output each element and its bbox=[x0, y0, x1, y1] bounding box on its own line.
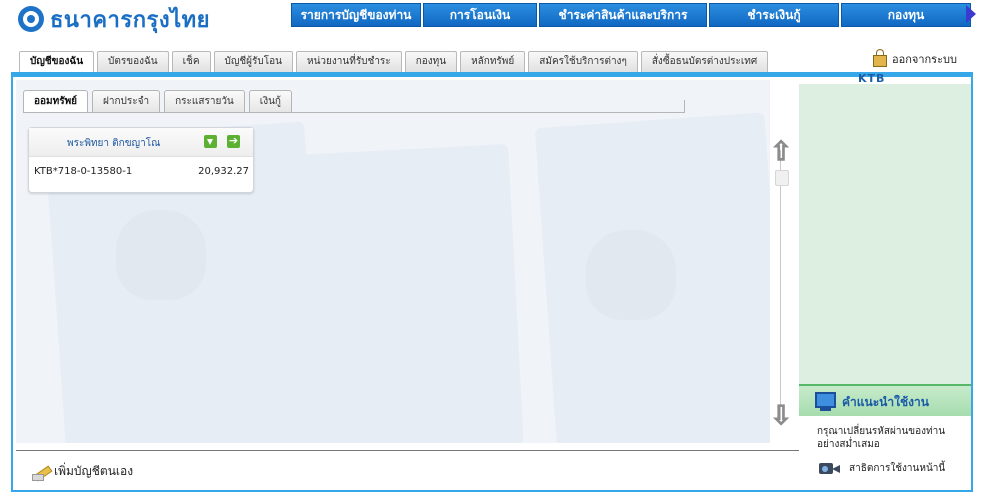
account-number[interactable]: KTB*718-0-13580-1 bbox=[34, 166, 132, 177]
help-text: กรุณาเปลี่ยนรหัสผ่านของท่านอย่างสม่ำเสมอ bbox=[817, 426, 946, 450]
scroll-up-arrow-icon[interactable]: ⇧ bbox=[767, 138, 795, 167]
subtab-savings[interactable]: ออมทรัพย์ bbox=[23, 90, 89, 112]
topnav-bill-payment[interactable]: ชำระค่าสินค้าและบริการ bbox=[539, 3, 707, 27]
tab-my-accounts[interactable]: บัญชีของฉัน bbox=[19, 51, 95, 73]
topnav-accounts[interactable]: รายการบัญชีของท่าน bbox=[291, 3, 421, 27]
add-own-account-label: เพิ่มบัญชีตนเอง bbox=[54, 464, 134, 478]
go-arrow-icon[interactable]: ➔ bbox=[227, 135, 240, 148]
subtab-divider-end bbox=[684, 100, 685, 112]
account-card[interactable]: พระพิทยา ติกขญาโณ ➔ KTB*718-0-13580-1 20… bbox=[28, 127, 254, 193]
tab-funds[interactable]: กองทุน bbox=[404, 51, 458, 72]
top-navigation: รายการบัญชีของท่าน การโอนเงิน ชำระค่าสิน… bbox=[291, 3, 971, 27]
background-card-image bbox=[268, 143, 524, 443]
account-type-tabs: ออมทรัพย์ ฝากประจำ กระแสรายวัน เงินกู้ bbox=[23, 90, 292, 112]
bank-name: ธนาคารกรุงไทย bbox=[50, 7, 211, 33]
background-eagle-image bbox=[586, 230, 676, 320]
account-card-header: พระพิทยา ติกขญาโณ ➔ bbox=[29, 128, 253, 157]
topnav-transfer[interactable]: การโอนเงิน bbox=[423, 3, 537, 27]
expand-down-icon[interactable] bbox=[204, 135, 217, 148]
bank-logo[interactable]: ธนาคารกรุงไทย bbox=[18, 4, 210, 34]
account-owner-name: พระพิทยา ติกขญาโณ bbox=[67, 138, 161, 149]
topnav-loan-payment[interactable]: ชำระเงินกู้ bbox=[709, 3, 839, 27]
main-tabs: บัญชีของฉัน บัตรของฉัน เช็ค บัญชีผู้รับโ… bbox=[19, 51, 769, 73]
tab-cheques[interactable]: เช็ค bbox=[171, 51, 211, 72]
scroll-thumb[interactable] bbox=[775, 170, 789, 186]
help-title: คำแนะนำใช้งาน bbox=[842, 395, 929, 409]
tab-payees[interactable]: บัญชีผู้รับโอน bbox=[213, 51, 293, 72]
bottom-divider bbox=[16, 450, 799, 451]
right-panel bbox=[799, 84, 971, 384]
subtab-divider bbox=[23, 112, 685, 113]
add-own-account-link[interactable]: เพิ่มบัญชีตนเอง bbox=[32, 462, 133, 481]
subtab-current[interactable]: กระแสรายวัน bbox=[164, 90, 245, 112]
tab-billers[interactable]: หน่วยงานที่รับชำระ bbox=[295, 51, 402, 72]
tab-services[interactable]: สมัครใช้บริการต่างๆ bbox=[528, 51, 638, 72]
logout-link[interactable]: ออกจากระบบ bbox=[873, 49, 957, 68]
account-balance: 20,932.27 bbox=[198, 166, 249, 177]
demo-label: สาธิตการใช้งานหน้านี้ bbox=[849, 462, 946, 474]
background-eagle-image bbox=[116, 210, 206, 300]
scroll-down-arrow-icon[interactable]: ⇩ bbox=[767, 402, 795, 431]
demo-link[interactable]: สาธิตการใช้งานหน้านี้ bbox=[819, 460, 945, 476]
topnav-funds[interactable]: กองทุน bbox=[841, 3, 971, 27]
lock-icon bbox=[873, 49, 887, 67]
scroll-track[interactable] bbox=[780, 150, 781, 420]
tab-foreign-currency[interactable]: สั่งซื้อธนบัตรต่างประเทศ bbox=[640, 51, 769, 72]
help-bar: คำแนะนำใช้งาน bbox=[799, 384, 971, 416]
video-camera-icon bbox=[819, 460, 841, 476]
subtab-loan[interactable]: เงินกู้ bbox=[248, 90, 292, 112]
topnav-next-arrow-icon[interactable] bbox=[966, 5, 976, 23]
monitor-icon bbox=[815, 392, 836, 411]
tab-securities[interactable]: หลักทรัพย์ bbox=[460, 51, 526, 72]
tab-my-cards[interactable]: บัตรของฉัน bbox=[97, 51, 169, 72]
pencil-icon bbox=[32, 464, 52, 481]
subtab-fixed-deposit[interactable]: ฝากประจำ bbox=[92, 90, 161, 112]
logout-label: ออกจากระบบ bbox=[892, 53, 957, 66]
ktb-logo-icon bbox=[18, 6, 44, 32]
